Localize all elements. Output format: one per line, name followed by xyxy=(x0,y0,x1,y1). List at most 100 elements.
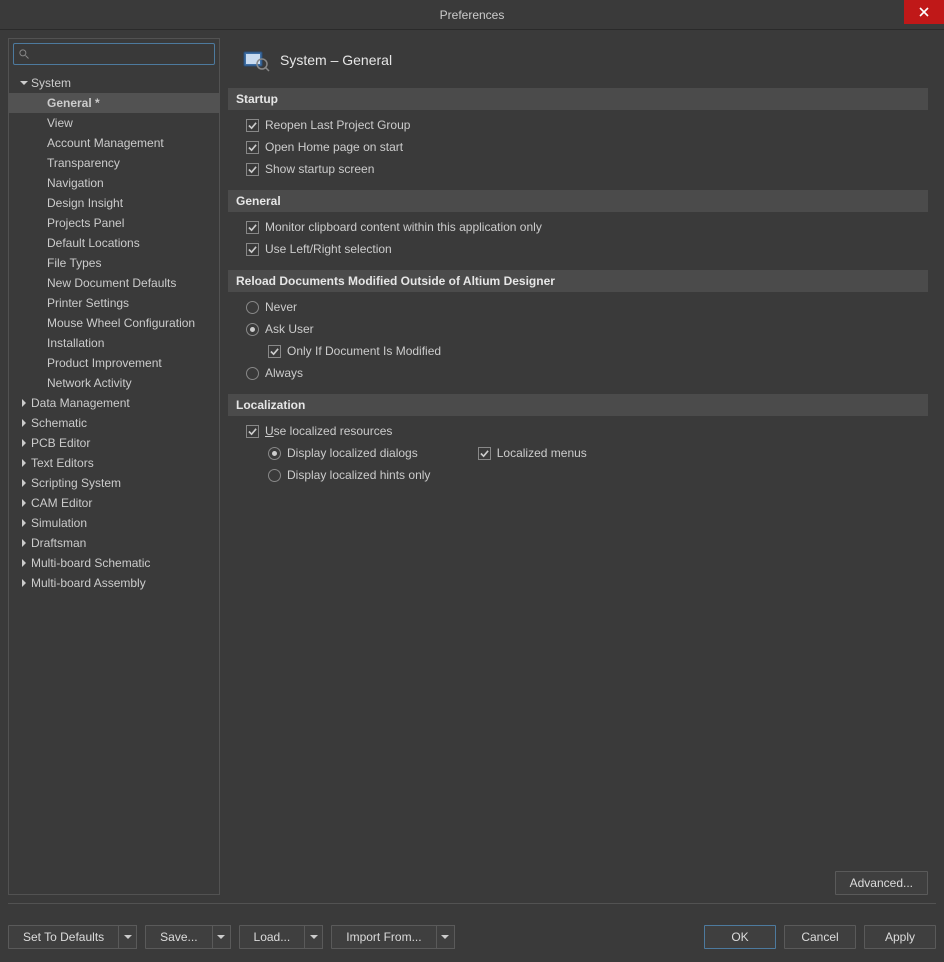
label-ask-user[interactable]: Ask User xyxy=(265,322,314,336)
label-reopen-last-project[interactable]: Reopen Last Project Group xyxy=(265,118,410,132)
checkbox-use-localized[interactable] xyxy=(246,425,259,438)
tree-node-pcb-editor[interactable]: PCB Editor xyxy=(9,433,219,453)
chevron-right-icon xyxy=(17,479,31,487)
tree-node-draftsman[interactable]: Draftsman xyxy=(9,533,219,553)
tree-node-system[interactable]: System xyxy=(9,73,219,93)
tree-item-account-management[interactable]: Account Management xyxy=(9,133,219,153)
save-button[interactable]: Save... xyxy=(145,925,212,949)
label-show-startup[interactable]: Show startup screen xyxy=(265,162,374,176)
cancel-button[interactable]: Cancel xyxy=(784,925,856,949)
content-header: System – General xyxy=(228,38,936,88)
label-display-hints[interactable]: Display localized hints only xyxy=(287,468,430,482)
tree-node-text-editors[interactable]: Text Editors xyxy=(9,453,219,473)
load-button[interactable]: Load... xyxy=(239,925,306,949)
ok-button[interactable]: OK xyxy=(704,925,776,949)
titlebar: Preferences xyxy=(0,0,944,30)
tree-node-simulation[interactable]: Simulation xyxy=(9,513,219,533)
radio-always[interactable] xyxy=(246,367,259,380)
close-icon xyxy=(919,7,929,17)
label-use-localized[interactable]: Use localized resources xyxy=(265,424,392,438)
label-left-right-selection[interactable]: Use Left/Right selection xyxy=(265,242,392,256)
nav-tree: System General * View Account Management… xyxy=(9,71,219,894)
apply-button[interactable]: Apply xyxy=(864,925,936,949)
set-defaults-button[interactable]: Set To Defaults xyxy=(8,925,119,949)
page-icon xyxy=(242,48,270,72)
import-split: Import From... xyxy=(331,925,454,949)
checkbox-left-right-selection[interactable] xyxy=(246,243,259,256)
section-startup-title: Startup xyxy=(228,88,928,110)
top-area: System General * View Account Management… xyxy=(8,38,936,895)
chevron-right-icon xyxy=(17,399,31,407)
radio-display-hints[interactable] xyxy=(268,469,281,482)
tree-item-navigation[interactable]: Navigation xyxy=(9,173,219,193)
save-split: Save... xyxy=(145,925,230,949)
chevron-right-icon xyxy=(17,499,31,507)
set-defaults-caret[interactable] xyxy=(119,925,137,949)
section-general-title: General xyxy=(228,190,928,212)
advanced-button[interactable]: Advanced... xyxy=(835,871,928,895)
chevron-down-icon xyxy=(124,933,132,941)
section-reload-title: Reload Documents Modified Outside of Alt… xyxy=(228,270,928,292)
tree-item-printer-settings[interactable]: Printer Settings xyxy=(9,293,219,313)
import-caret[interactable] xyxy=(437,925,455,949)
tree-node-multiboard-assembly[interactable]: Multi-board Assembly xyxy=(9,573,219,593)
load-caret[interactable] xyxy=(305,925,323,949)
checkbox-reopen-last-project[interactable] xyxy=(246,119,259,132)
sections: Startup Reopen Last Project Group Open H… xyxy=(228,88,936,865)
label-always[interactable]: Always xyxy=(265,366,303,380)
tree-item-network-activity[interactable]: Network Activity xyxy=(9,373,219,393)
tree-item-product-improvement[interactable]: Product Improvement xyxy=(9,353,219,373)
tree-item-design-insight[interactable]: Design Insight xyxy=(9,193,219,213)
label-display-dialogs[interactable]: Display localized dialogs xyxy=(287,446,418,460)
tree-node-cam-editor[interactable]: CAM Editor xyxy=(9,493,219,513)
label-localized-menus[interactable]: Localized menus xyxy=(497,446,587,460)
load-split: Load... xyxy=(239,925,324,949)
chevron-right-icon xyxy=(17,419,31,427)
label-monitor-clipboard[interactable]: Monitor clipboard content within this ap… xyxy=(265,220,542,234)
save-caret[interactable] xyxy=(213,925,231,949)
label-only-if-modified[interactable]: Only If Document Is Modified xyxy=(287,344,441,358)
checkbox-localized-menus[interactable] xyxy=(478,447,491,460)
tree-item-general[interactable]: General * xyxy=(9,93,219,113)
chevron-down-icon xyxy=(17,79,31,87)
checkbox-show-startup[interactable] xyxy=(246,163,259,176)
chevron-right-icon xyxy=(17,459,31,467)
tree-node-schematic[interactable]: Schematic xyxy=(9,413,219,433)
radio-display-dialogs[interactable] xyxy=(268,447,281,460)
radio-ask-user[interactable] xyxy=(246,323,259,336)
tree-node-multiboard-schematic[interactable]: Multi-board Schematic xyxy=(9,553,219,573)
chevron-right-icon xyxy=(17,539,31,547)
bottom-bar: Set To Defaults Save... Load... Import F… xyxy=(8,920,936,954)
label-open-home[interactable]: Open Home page on start xyxy=(265,140,403,154)
checkbox-monitor-clipboard[interactable] xyxy=(246,221,259,234)
body-area: System General * View Account Management… xyxy=(0,30,944,962)
set-defaults-split: Set To Defaults xyxy=(8,925,137,949)
page-title: System – General xyxy=(280,52,392,68)
separator xyxy=(8,903,936,904)
checkbox-open-home[interactable] xyxy=(246,141,259,154)
search-input[interactable] xyxy=(13,43,215,65)
tree-item-default-locations[interactable]: Default Locations xyxy=(9,233,219,253)
tree-node-data-management[interactable]: Data Management xyxy=(9,393,219,413)
tree-item-projects-panel[interactable]: Projects Panel xyxy=(9,213,219,233)
chevron-down-icon xyxy=(217,933,225,941)
content-panel: System – General Startup Reopen Last Pro… xyxy=(228,38,936,895)
search-icon xyxy=(18,48,30,60)
tree-item-file-types[interactable]: File Types xyxy=(9,253,219,273)
tree-item-new-document-defaults[interactable]: New Document Defaults xyxy=(9,273,219,293)
tree-item-installation[interactable]: Installation xyxy=(9,333,219,353)
tree-node-scripting-system[interactable]: Scripting System xyxy=(9,473,219,493)
checkbox-only-if-modified[interactable] xyxy=(268,345,281,358)
import-button[interactable]: Import From... xyxy=(331,925,436,949)
tree-item-mouse-wheel[interactable]: Mouse Wheel Configuration xyxy=(9,313,219,333)
chevron-down-icon xyxy=(441,933,449,941)
tree-label: System xyxy=(31,76,71,90)
label-never[interactable]: Never xyxy=(265,300,297,314)
section-localization-title: Localization xyxy=(228,394,928,416)
tree-item-transparency[interactable]: Transparency xyxy=(9,153,219,173)
sidebar: System General * View Account Management… xyxy=(8,38,220,895)
close-button[interactable] xyxy=(904,0,944,24)
window-title: Preferences xyxy=(440,8,505,22)
radio-never[interactable] xyxy=(246,301,259,314)
tree-item-view[interactable]: View xyxy=(9,113,219,133)
